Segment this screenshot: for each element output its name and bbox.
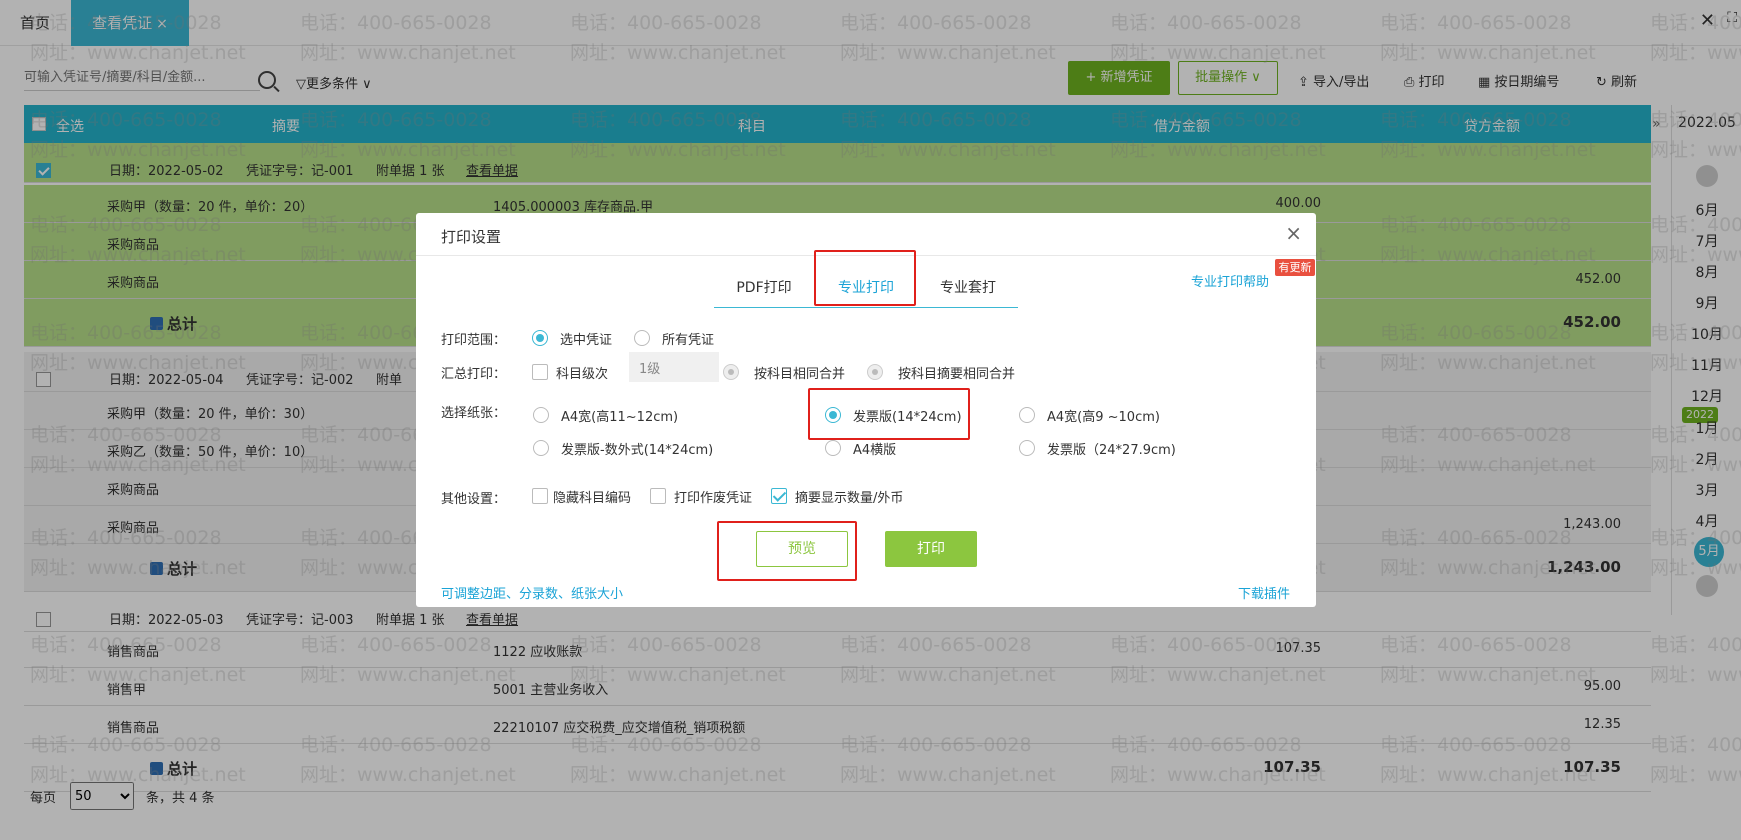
adjust-margin-link[interactable]: 可调整边距、分录数、纸张大小 [441, 583, 623, 602]
tab-pdf-print[interactable]: PDF打印 [714, 268, 814, 308]
new-badge: 有更新 [1275, 259, 1315, 276]
print-void-label[interactable]: 打印作废凭证 [674, 487, 752, 506]
tab-underline [714, 307, 1018, 308]
range-selected-radio[interactable] [532, 330, 548, 346]
range-all-radio[interactable] [634, 330, 650, 346]
print-button[interactable]: 打印 [885, 531, 977, 567]
range-selected-label[interactable]: 选中凭证 [560, 329, 612, 348]
print-settings-dialog: 打印设置 × PDF打印 专业打印 专业套打 专业打印帮助 有更新 打印范围： … [416, 213, 1316, 607]
paper-invoice-ext-radio[interactable] [533, 440, 549, 456]
paper-a4-11-label[interactable]: A4宽(高11~12cm) [561, 406, 678, 425]
range-all-label[interactable]: 所有凭证 [662, 329, 714, 348]
paper-a4-landscape-label[interactable]: A4横版 [853, 439, 896, 458]
highlight-professional-tab [814, 250, 916, 306]
merge-subject-radio[interactable] [723, 364, 739, 380]
level-checkbox-label[interactable]: 科目级次 [556, 363, 608, 382]
range-label: 打印范围： [441, 333, 507, 348]
hide-code-label[interactable]: 隐藏科目编码 [553, 487, 631, 506]
download-plugin-link[interactable]: 下载插件 [1238, 583, 1290, 602]
paper-a4-landscape-radio[interactable] [825, 440, 841, 456]
dialog-close-icon[interactable]: × [1285, 221, 1302, 245]
paper-invoice-ext-label[interactable]: 发票版-数外式(14*24cm) [561, 439, 713, 458]
dialog-title: 打印设置 [441, 228, 502, 246]
highlight-preview-button [717, 521, 857, 581]
merge-subject-label[interactable]: 按科目相同合并 [754, 363, 845, 382]
paper-invoice-24x27-label[interactable]: 发票版（24*27.9cm) [1047, 439, 1176, 458]
level-input[interactable] [629, 352, 719, 382]
other-settings-label: 其他设置： [441, 492, 507, 507]
merge-subject-summary-radio[interactable] [867, 364, 883, 380]
level-checkbox[interactable] [532, 364, 548, 380]
help-link[interactable]: 专业打印帮助 [1191, 271, 1269, 290]
paper-invoice-24x27-radio[interactable] [1019, 440, 1035, 456]
show-qty-checkbox[interactable] [771, 488, 787, 504]
tab-professional-template[interactable]: 专业套打 [918, 268, 1018, 308]
merge-subject-summary-label[interactable]: 按科目摘要相同合并 [898, 363, 1015, 382]
hide-code-checkbox[interactable] [532, 488, 548, 504]
paper-a4-11-radio[interactable] [533, 407, 549, 423]
highlight-invoice-paper [808, 388, 970, 440]
summary-print-label: 汇总打印： [441, 367, 507, 382]
show-qty-label[interactable]: 摘要显示数量/外币 [795, 487, 903, 506]
paper-a4-9-label[interactable]: A4宽(高9 ~10cm) [1047, 406, 1160, 425]
paper-a4-9-radio[interactable] [1019, 407, 1035, 423]
print-void-checkbox[interactable] [650, 488, 666, 504]
paper-label: 选择纸张： [441, 406, 507, 421]
